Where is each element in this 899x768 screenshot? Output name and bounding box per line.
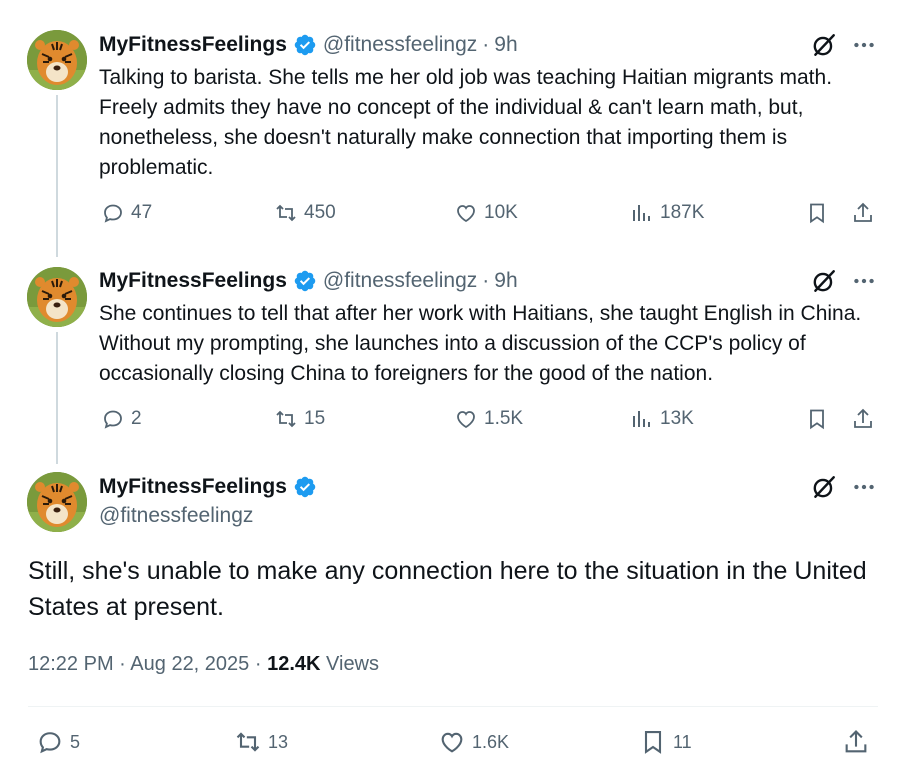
separator: · xyxy=(482,33,490,56)
tweet-top-icons xyxy=(811,474,877,500)
timestamp[interactable]: 9h xyxy=(494,269,517,293)
reply-icon xyxy=(104,204,122,223)
bookmark-count: 11 xyxy=(673,731,692,752)
main-tweet-actions: 5 13 1.6K 11 xyxy=(0,728,899,758)
user-handle[interactable]: @fitnessfeelingz xyxy=(323,269,477,293)
display-name[interactable]: MyFitnessFeelings xyxy=(99,475,287,499)
reply-icon xyxy=(39,732,61,754)
views-button[interactable]: 13K xyxy=(630,407,694,431)
verified-badge-icon xyxy=(294,270,316,292)
repost-button[interactable]: 450 xyxy=(274,201,336,225)
display-name[interactable]: MyFitnessFeelings xyxy=(99,269,287,293)
repost-button[interactable]: 15 xyxy=(274,407,325,431)
share-icon xyxy=(854,202,872,222)
grok-icon[interactable] xyxy=(811,474,837,500)
reply-button[interactable]: 2 xyxy=(101,407,142,431)
repost-button[interactable]: 13 xyxy=(234,728,288,756)
like-count: 10K xyxy=(484,202,518,223)
more-icon[interactable] xyxy=(851,268,877,294)
views-total: 12.4K xyxy=(267,653,321,675)
views-icon xyxy=(633,205,650,221)
avatar[interactable] xyxy=(27,267,87,327)
post-date[interactable]: Aug 22, 2025 xyxy=(130,653,249,675)
grok-icon[interactable] xyxy=(811,268,837,294)
views-count: 187K xyxy=(660,202,705,223)
like-count: 1.5K xyxy=(484,408,524,429)
bookmark-button[interactable]: 11 xyxy=(639,728,692,756)
like-icon xyxy=(441,732,463,753)
like-button[interactable]: 10K xyxy=(454,201,518,225)
reply-count: 2 xyxy=(131,408,142,429)
thread-line-1 xyxy=(56,95,58,257)
repost-count: 13 xyxy=(268,731,289,752)
tweet-meta: 12:22 PM · Aug 22, 2025 · 12.4K Views xyxy=(28,653,379,676)
bookmark-button[interactable] xyxy=(805,407,829,431)
tweet-header: MyFitnessFeelings @fitnessfeelingz · 9h xyxy=(99,267,518,295)
like-button[interactable]: 1.6K xyxy=(438,728,509,756)
verified-badge-icon xyxy=(294,476,316,498)
tweet-text: She continues to tell that after her wor… xyxy=(99,302,862,385)
thread-line-2 xyxy=(56,332,58,464)
share-icon xyxy=(854,408,872,428)
post-time[interactable]: 12:22 PM xyxy=(28,653,114,675)
tweet-text: Talking to barista. She tells me her old… xyxy=(99,66,833,179)
tweet-top-icons xyxy=(811,268,877,294)
repost-count: 15 xyxy=(304,408,326,429)
user-handle[interactable]: @fitnessfeelingz xyxy=(323,33,477,57)
repost-icon xyxy=(276,410,296,428)
separator: · xyxy=(254,653,268,675)
repost-icon xyxy=(276,204,296,222)
bookmark-button[interactable] xyxy=(805,201,829,225)
display-name[interactable]: MyFitnessFeelings xyxy=(99,33,287,57)
verified-badge-icon xyxy=(294,34,316,56)
like-count: 1.6K xyxy=(472,731,510,752)
timestamp[interactable]: 9h xyxy=(494,33,517,57)
bookmark-icon xyxy=(810,409,824,430)
reply-count: 47 xyxy=(131,202,153,223)
reply-button[interactable]: 5 xyxy=(36,728,80,756)
tweet-top-icons xyxy=(811,32,877,58)
more-icon[interactable] xyxy=(851,32,877,58)
bookmark-icon xyxy=(810,203,824,224)
more-icon[interactable] xyxy=(851,474,877,500)
avatar[interactable] xyxy=(27,472,87,532)
like-icon xyxy=(457,205,475,223)
divider xyxy=(28,706,878,707)
tweet-actions: 2 15 1.5K 13K xyxy=(0,407,899,437)
share-button[interactable] xyxy=(851,407,875,431)
repost-count: 450 xyxy=(304,202,336,223)
share-button[interactable] xyxy=(842,728,870,756)
separator: · xyxy=(119,653,131,675)
main-tweet-header: MyFitnessFeelings xyxy=(99,473,323,501)
reply-icon xyxy=(104,410,122,429)
views-count: 13K xyxy=(660,408,694,429)
like-icon xyxy=(457,411,475,429)
bookmark-icon xyxy=(644,731,662,754)
separator: · xyxy=(482,269,490,292)
views-button[interactable]: 187K xyxy=(630,201,704,225)
share-button[interactable] xyxy=(851,201,875,225)
tweet-actions: 47 450 10K 187K xyxy=(0,201,899,231)
avatar[interactable] xyxy=(27,30,87,90)
reply-button[interactable]: 47 xyxy=(101,201,152,225)
main-tweet-text: Still, she's unable to make any connecti… xyxy=(28,557,867,621)
reply-count: 5 xyxy=(70,731,81,752)
repost-icon xyxy=(236,732,260,752)
tweet-header: MyFitnessFeelings @fitnessfeelingz · 9h xyxy=(99,31,518,59)
grok-icon[interactable] xyxy=(811,32,837,58)
like-button[interactable]: 1.5K xyxy=(454,407,523,431)
user-handle[interactable]: @fitnessfeelingz xyxy=(99,504,253,528)
views-label: Views xyxy=(326,653,380,675)
share-icon xyxy=(845,730,867,753)
views-icon xyxy=(633,411,650,427)
